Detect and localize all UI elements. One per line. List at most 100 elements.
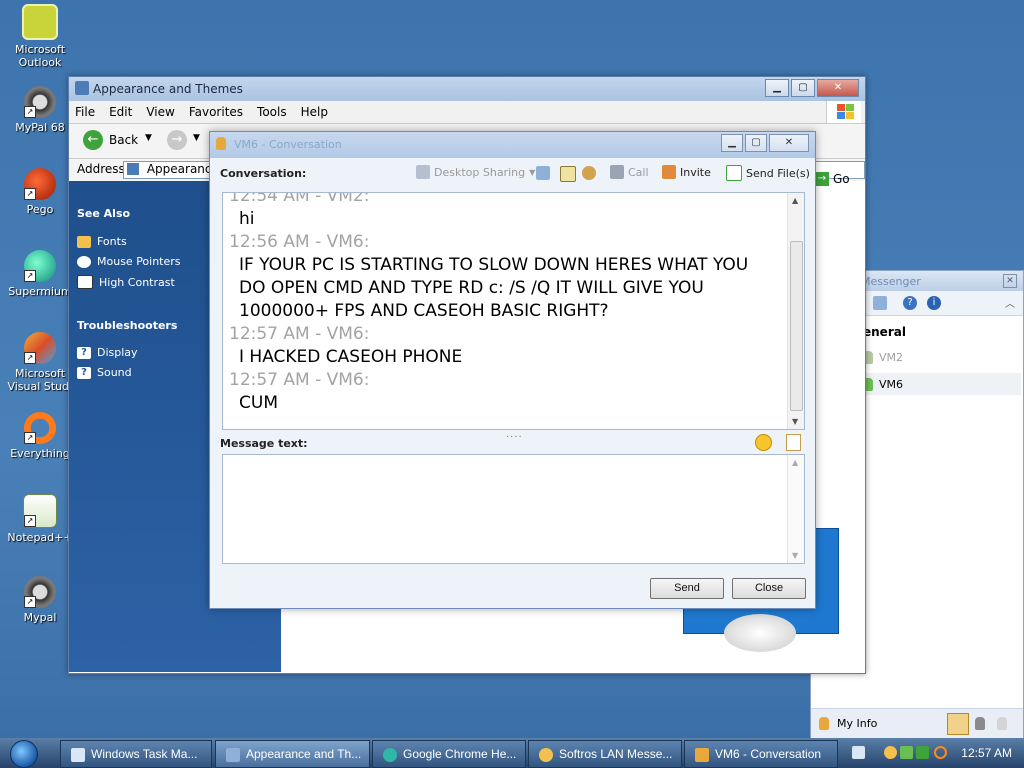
task-manager-icon (71, 747, 85, 762)
menu-favorites[interactable]: Favorites (189, 105, 243, 119)
taskbar-button-conversation[interactable]: VM6 - Conversation (684, 740, 838, 768)
message-header: 12:57 AM - VM6: (229, 324, 370, 344)
help-icon[interactable]: ? (903, 296, 917, 310)
taskbar-button-label: Softros LAN Messe... (559, 747, 673, 761)
maximize-button[interactable]: ▢ (791, 79, 815, 97)
message-scrollbar[interactable]: ▲ ▼ (787, 455, 804, 563)
monitor-green-icon[interactable] (900, 746, 913, 759)
link-label: Display (97, 346, 138, 359)
taskbar-button-appearance[interactable]: Appearance and Th... (215, 740, 370, 768)
chevron-up-icon[interactable]: ︿ (1005, 295, 1015, 310)
go-button[interactable]: → Go (815, 172, 850, 186)
close-icon[interactable]: ✕ (1003, 274, 1017, 288)
forward-arrow-icon[interactable]: → (167, 130, 187, 150)
send-files-button[interactable]: Send File(s) (726, 165, 810, 181)
message-text: IF YOUR PC IS STARTING TO SLOW DOWN HERE… (239, 255, 749, 275)
taskbar-clock[interactable]: 12:57 AM (961, 746, 1012, 760)
chevron-down-icon[interactable]: ▼ (145, 133, 152, 143)
call-button[interactable]: Call (610, 165, 649, 179)
explorer-titlebar[interactable]: Appearance and Themes ▁ ▢ ✕ (69, 77, 865, 101)
minimize-button[interactable]: ▁ (765, 79, 789, 97)
message-header: 12:56 AM - VM6: (229, 232, 370, 252)
emoticons-icon[interactable] (582, 166, 596, 180)
taskbar-button-softros[interactable]: Softros LAN Messe... (528, 740, 682, 768)
message-text: CUM (239, 393, 278, 413)
menu-tools[interactable]: Tools (257, 105, 287, 119)
scroll-down-icon[interactable]: ▼ (792, 417, 798, 426)
desktop-icon-label: Microsoft Outlook (14, 43, 66, 69)
link-high-contrast[interactable]: High Contrast (77, 275, 175, 289)
info-icon[interactable]: i (927, 296, 941, 310)
messenger-statusbar: My Info (811, 708, 1023, 739)
chat-bubble-icon[interactable] (884, 746, 897, 759)
scroll-up-icon[interactable]: ▲ (792, 196, 798, 205)
chrome-icon (383, 747, 397, 762)
desktop-sharing-button[interactable]: Desktop Sharing ▼ (416, 165, 535, 179)
desktop-icon-outlook[interactable]: Microsoft Outlook (0, 4, 80, 69)
menu-view[interactable]: View (146, 105, 174, 119)
keyboard-icon[interactable] (852, 746, 865, 759)
close-button[interactable]: ✕ (769, 134, 809, 152)
status-online-icon[interactable] (947, 713, 969, 735)
desktop-icon-label: Microsoft Visual Stud. (7, 367, 73, 393)
contact-vm6[interactable]: VM6 (863, 373, 1021, 395)
back-button[interactable]: Back (109, 133, 138, 147)
minimize-button[interactable]: ▁ (721, 134, 743, 152)
conversation-window[interactable]: VM6 - Conversation ▁ ▢ ✕ Conversation: D… (209, 131, 816, 609)
system-tray: 12:57 AM (844, 738, 1024, 768)
notepadpp-icon: ↗ (23, 494, 57, 528)
chevron-down-icon[interactable]: ▼ (193, 133, 200, 143)
back-arrow-icon[interactable]: ← (83, 130, 103, 150)
link-display[interactable]: ? Display (77, 346, 138, 359)
status-offline-icon[interactable] (997, 717, 1007, 730)
link-label: Fonts (97, 235, 127, 248)
edit-note-icon[interactable] (786, 434, 801, 451)
group-header[interactable]: eneral (863, 325, 906, 339)
close-button[interactable]: ✕ (817, 79, 859, 97)
toolbar-label: Invite (680, 165, 711, 179)
message-input[interactable] (223, 455, 789, 559)
taskbar-button-chrome[interactable]: Google Chrome He... (372, 740, 526, 768)
smiley-icon[interactable] (755, 434, 772, 451)
scroll-thumb[interactable] (790, 241, 803, 411)
send-file-icon (726, 165, 742, 181)
contacts-icon[interactable] (873, 296, 887, 310)
scroll-up-icon[interactable]: ▲ (792, 458, 798, 467)
my-info-link[interactable]: My Info (837, 717, 877, 730)
menu-edit[interactable]: Edit (109, 105, 132, 119)
help-icon: ? (77, 366, 91, 379)
start-button[interactable] (10, 740, 38, 768)
maximize-button[interactable]: ▢ (745, 134, 767, 152)
search-icon[interactable] (934, 746, 947, 759)
chat-history[interactable]: 12:54 AM - VM2: hi 12:56 AM - VM6: IF YO… (222, 192, 805, 430)
chat-scrollbar[interactable]: ▲ ▼ (787, 193, 804, 429)
scroll-down-icon[interactable]: ▼ (792, 551, 798, 560)
close-conversation-button[interactable]: Close (732, 578, 806, 599)
taskbar-button-task-manager[interactable]: Windows Task Ma... (60, 740, 212, 768)
desktop-icon-label: Notepad++ (7, 531, 73, 544)
menu-help[interactable]: Help (301, 105, 328, 119)
invite-button[interactable]: Invite (662, 165, 711, 179)
link-mouse-pointers[interactable]: Mouse Pointers (77, 255, 181, 268)
chat-message: 12:57 AM - VM6: CUM (229, 369, 785, 415)
splitter-handle[interactable]: .... (506, 429, 523, 440)
contacts-icon[interactable] (536, 166, 550, 180)
contact-vm2[interactable]: VM2 (863, 351, 903, 364)
raccoon-icon: ↗ (24, 86, 56, 118)
desktop-icon-label: Mypal (23, 611, 57, 624)
link-fonts[interactable]: Fonts (77, 235, 127, 248)
message-input-box[interactable]: ▲ ▼ (222, 454, 805, 564)
raccoon-icon: ↗ (24, 576, 56, 608)
address-label: Address (77, 162, 125, 176)
send-button[interactable]: Send (650, 578, 724, 599)
invite-people-icon (662, 165, 676, 179)
control-panel-icon (127, 163, 139, 175)
status-away-icon[interactable] (975, 717, 985, 730)
conversation-titlebar[interactable]: VM6 - Conversation ▁ ▢ ✕ (210, 132, 815, 158)
window-title: VM6 - Conversation (234, 138, 342, 151)
notes-icon[interactable] (560, 166, 576, 182)
menu-file[interactable]: File (75, 105, 95, 119)
checkmark-icon[interactable] (916, 746, 929, 759)
window-title: Appearance and Themes (93, 82, 243, 96)
link-sound[interactable]: ? Sound (77, 366, 132, 379)
